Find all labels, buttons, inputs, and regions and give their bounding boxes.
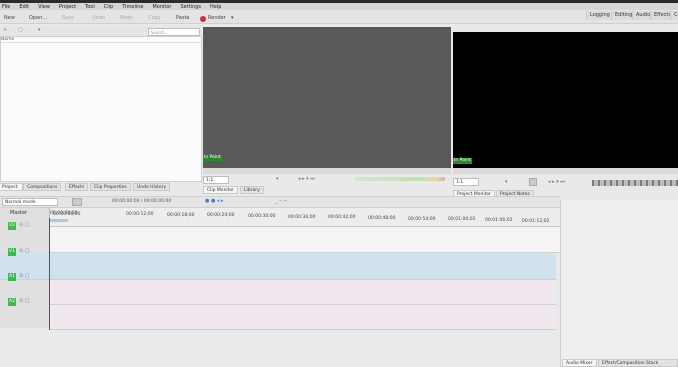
- bin-menu-icon[interactable]: ▾: [38, 27, 41, 33]
- tab-effect-composition-stack[interactable]: Effect/Composition Stack: [598, 359, 678, 367]
- menu-help[interactable]: Help: [210, 4, 221, 10]
- timeline-playhead[interactable]: [49, 218, 50, 330]
- folder-icon[interactable]: ▢: [18, 27, 23, 33]
- redo-button[interactable]: Redo: [120, 14, 133, 23]
- render-dropdown-icon[interactable]: ▾: [231, 14, 234, 23]
- tick-label: 00:01:00;02: [448, 217, 476, 222]
- render-icon: [200, 16, 206, 22]
- paste-button[interactable]: Paste: [176, 14, 190, 23]
- menu-monitor[interactable]: Monitor: [152, 4, 171, 10]
- menu-edit[interactable]: Edit: [19, 4, 29, 10]
- tick-label: 00:00:42;00: [328, 215, 356, 220]
- add-clip-icon[interactable]: +: [3, 27, 7, 33]
- timeline-timecode: 00:00:00:00 / 00:00:00:00: [112, 199, 172, 204]
- track-lane-a1[interactable]: [50, 280, 556, 305]
- menu-file[interactable]: File: [2, 4, 10, 10]
- render-button[interactable]: Render: [208, 14, 226, 23]
- tick-label: 00:00:36;00: [288, 215, 316, 220]
- menu-bar: File Edit View Project Tool Clip Timelin…: [0, 3, 678, 10]
- project-monitor-ruler[interactable]: [453, 168, 678, 174]
- project-monitor-options-icon[interactable]: ▾: [505, 179, 508, 185]
- track-a1-controls-icon[interactable]: ⊙ ▢: [19, 273, 30, 279]
- new-button[interactable]: New: [4, 14, 15, 23]
- tick-label: 00:00:24;00: [207, 213, 235, 218]
- tick-label: 00:00:54;00: [408, 217, 436, 222]
- tick-label: 00:00:48;00: [368, 216, 396, 221]
- tick-label: 00:01:12;02: [522, 219, 550, 224]
- menu-tool[interactable]: Tool: [85, 4, 95, 10]
- tab-effects[interactable]: Effects: [65, 183, 89, 191]
- tab-undo-history[interactable]: Undo History: [133, 183, 171, 191]
- bin-search-input[interactable]: Search...: [148, 28, 200, 36]
- tab-compositions[interactable]: Compositions: [23, 183, 62, 191]
- timeline-zone-marker[interactable]: [50, 219, 68, 222]
- track-lane-a2[interactable]: [50, 305, 556, 330]
- save-button[interactable]: Save: [62, 14, 74, 23]
- tick-label: 00:01:06;02: [485, 218, 513, 223]
- track-label-v2[interactable]: V2: [8, 222, 16, 230]
- track-v2-controls-icon[interactable]: ⊙ ▢: [19, 222, 30, 228]
- track-label-a2[interactable]: A2: [8, 298, 16, 306]
- menu-view[interactable]: View: [38, 4, 50, 10]
- clip-monitor-zoom-select[interactable]: 1:1: [203, 176, 229, 184]
- layout-logging[interactable]: Logging: [586, 11, 613, 20]
- track-a2-controls-icon[interactable]: ⊙ ▢: [19, 298, 30, 304]
- copy-button[interactable]: Copy: [148, 14, 161, 23]
- project-monitor-inpoint-label: In Point: [453, 158, 472, 164]
- clip-monitor-view[interactable]: [203, 27, 451, 168]
- project-monitor-record-button[interactable]: [529, 178, 537, 186]
- project-monitor-view[interactable]: [453, 32, 678, 168]
- menu-settings[interactable]: Settings: [181, 4, 202, 10]
- layout-color[interactable]: Co: [670, 11, 678, 20]
- bin-column-header: Name: [1, 37, 201, 43]
- open-button[interactable]: Open...: [29, 14, 47, 23]
- project-monitor-zoom-select[interactable]: 1:1: [453, 178, 479, 186]
- clip-monitor-inpoint-label: In Point: [203, 155, 222, 161]
- timeline-zoom-icon[interactable]: _ ‒ ‒: [275, 198, 287, 204]
- tick-label: 00:00:18;00: [167, 213, 195, 218]
- project-monitor-transport-icon[interactable]: ◂ ▸ ⏵ ⏭: [548, 179, 565, 185]
- tab-audio-mixer[interactable]: Audio Mixer: [562, 359, 597, 367]
- track-lane-v1[interactable]: [0, 253, 556, 280]
- clip-monitor-options-icon[interactable]: ▾: [276, 176, 279, 182]
- tab-clip-monitor[interactable]: Clip Monitor: [203, 186, 239, 194]
- track-label-v1[interactable]: V1: [8, 248, 16, 256]
- timeline-empty-area: [0, 330, 560, 367]
- menu-project[interactable]: Project: [59, 4, 76, 10]
- master-track-label[interactable]: Master: [0, 208, 50, 219]
- project-monitor-audio-meter: [592, 180, 678, 186]
- undo-button[interactable]: Undo: [92, 14, 105, 23]
- timeline-tools-icon[interactable]: ● ● ◂ ▸: [205, 198, 224, 204]
- track-v1-controls-icon[interactable]: ⊙ ▢: [19, 248, 30, 254]
- clip-monitor-ruler[interactable]: [203, 168, 451, 174]
- clip-monitor-audio-meter: [355, 177, 445, 181]
- tick-label: 00:00:06;00: [53, 212, 81, 217]
- menu-clip[interactable]: Clip: [104, 4, 113, 10]
- project-bin-list[interactable]: Name: [0, 36, 202, 182]
- tab-project-bin[interactable]: Project Bin: [0, 183, 23, 191]
- clip-monitor-transport-icon[interactable]: ◂ ▸ ⏵ ⏭: [298, 176, 315, 182]
- track-label-a1[interactable]: A1: [8, 273, 16, 281]
- tick-label: 00:00:12;00: [126, 212, 154, 217]
- tick-label: 00:00:30;00: [248, 214, 276, 219]
- tab-clip-properties[interactable]: Clip Properties: [90, 183, 131, 191]
- right-dock-panel: [560, 200, 678, 367]
- menu-timeline[interactable]: Timeline: [122, 4, 143, 10]
- tab-library[interactable]: Library: [240, 186, 264, 194]
- track-lane-v2[interactable]: [50, 227, 560, 253]
- timeline-snap-button[interactable]: [72, 198, 82, 206]
- edit-mode-select[interactable]: Normal mode: [2, 198, 58, 206]
